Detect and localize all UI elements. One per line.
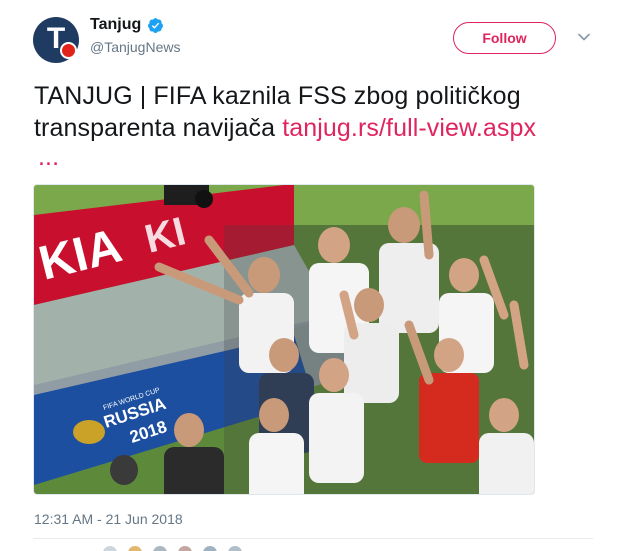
tweet-photo[interactable]: KIA KI FIFA WORLD CUP RUSSIA 2018	[33, 184, 535, 495]
verified-badge-icon	[148, 17, 164, 33]
display-name-row: Tanjug	[90, 16, 180, 34]
avatar[interactable]: T	[33, 17, 79, 63]
divider	[33, 538, 593, 539]
avatar-badge	[60, 42, 77, 59]
tweet-text: TANJUG | FIFA kaznila FSS zbog političko…	[34, 80, 604, 170]
chevron-down-icon[interactable]	[578, 33, 590, 41]
engagement-avatars-strip	[103, 546, 242, 551]
tweet-timestamp[interactable]: 12:31 AM - 21 Jun 2018	[34, 511, 183, 527]
photo-illustration: KIA KI FIFA WORLD CUP RUSSIA 2018	[34, 185, 534, 494]
follow-button[interactable]: Follow	[453, 22, 556, 54]
display-name[interactable]: Tanjug	[90, 16, 141, 34]
account-handle[interactable]: @TanjugNews	[90, 39, 180, 55]
tweet-link[interactable]: tanjug.rs/full-view.aspx	[282, 114, 536, 142]
tweet-link-ellipsis[interactable]: ...	[38, 144, 604, 170]
account-name-block: Tanjug @TanjugNews	[90, 16, 180, 55]
